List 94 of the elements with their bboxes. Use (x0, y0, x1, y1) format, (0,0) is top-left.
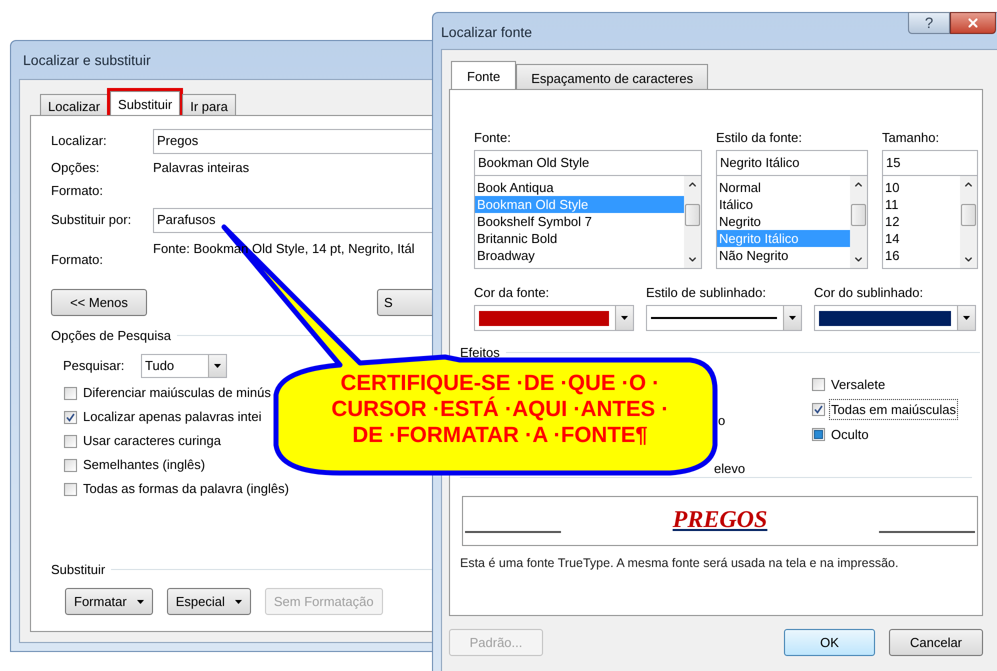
scrollbar[interactable] (850, 176, 867, 268)
checkbox-label: Usar caracteres curinga (83, 432, 221, 450)
dropdown[interactable] (474, 305, 634, 331)
callout-text: CURSOR ·ESTÁ ·AQUI ·ANTES · (331, 396, 669, 422)
format-label: Formato: (51, 250, 104, 268)
dropdown-arrow-button[interactable] (783, 306, 801, 330)
scroll-thumb[interactable] (961, 204, 976, 226)
checkbox[interactable] (64, 434, 77, 448)
dropdown-label: Cor do sublinhado: (814, 284, 924, 302)
list-item[interactable]: 12 (883, 213, 960, 230)
dialog-button[interactable]: Especial (166, 588, 251, 615)
checkbox-label: Localizar apenas palavras intei (83, 408, 262, 426)
close-button[interactable] (950, 12, 996, 34)
checkbox-label: Todas as formas da palavra (inglês) (83, 480, 289, 498)
list-item[interactable]: Britannic Bold (475, 230, 684, 247)
format-label: Formato: (51, 182, 104, 200)
list-box[interactable]: Book Antiqua Bookman Old Style Bookshelf Symbol 7 Britannic Bold Broadway (474, 176, 702, 269)
dropdown-arrow-button[interactable] (615, 306, 633, 330)
search-label: Pesquisar: (63, 356, 126, 375)
checkbox-label: Todas em maiúsculas (830, 400, 957, 420)
list-label: Fonte: (474, 129, 512, 147)
dialog-button[interactable]: OK (784, 629, 875, 656)
check-icon (814, 405, 823, 414)
window-title: Localizar fonte (441, 23, 532, 42)
tab[interactable]: Ir para (182, 94, 236, 115)
list-item[interactable]: Normal (717, 179, 850, 196)
list-item[interactable]: Negrito (717, 213, 850, 230)
help-button[interactable]: ? (908, 12, 950, 34)
checkbox[interactable] (812, 403, 825, 416)
checkbox[interactable] (64, 386, 77, 400)
caret-icon (621, 316, 628, 320)
check-icon (66, 412, 75, 422)
list-box[interactable]: 10 11 12 14 16 (882, 176, 978, 269)
list-item[interactable]: Itálico (717, 196, 850, 213)
dropdown-label: Cor da fonte: (474, 284, 550, 302)
tab[interactable]: Localizar (40, 94, 108, 115)
caret-icon (214, 364, 221, 368)
preview-text: PREGOS (672, 506, 768, 532)
dropdown-arrow-button[interactable] (957, 306, 975, 330)
scrollbar[interactable] (960, 176, 977, 268)
dropdown-label: Estilo de sublinhado: (646, 284, 767, 302)
options-value: Palavras inteiras (153, 159, 250, 177)
caret-icon (789, 316, 796, 320)
checkbox-label: Semelhantes (inglês) (83, 456, 206, 474)
window-title: Localizar e substituir (22, 50, 152, 70)
list-box[interactable]: Normal Itálico Negrito Negrito Itálico Não Negrito (716, 176, 868, 269)
tab[interactable]: Espaçamento de caracteres (516, 64, 708, 89)
list-item[interactable]: Broadway (475, 247, 684, 264)
tab[interactable]: Substituir (110, 91, 180, 115)
scroll-thumb[interactable] (851, 204, 866, 226)
list-label: Tamanho: (882, 129, 940, 147)
effect-label-fragment: elevo (714, 460, 746, 478)
list-item[interactable]: Book Antiqua (475, 179, 684, 196)
list-item[interactable]: 11 (883, 196, 960, 213)
section-title: Substituir (51, 560, 106, 578)
dropdown[interactable] (814, 305, 976, 331)
section-title: Opções de Pesquisa (51, 327, 171, 345)
list-item[interactable]: Não Negrito (717, 247, 850, 264)
close-icon (966, 16, 980, 30)
list-input-field[interactable]: Negrito Itálico (716, 150, 868, 176)
caret-icon (136, 600, 144, 604)
section-title: Efeitos (460, 344, 500, 362)
list-item[interactable]: 10 (883, 179, 960, 196)
checkbox-label: Diferenciar maiúsculas de minús (83, 384, 271, 402)
dropdown-arrow-button[interactable] (208, 354, 226, 376)
list-input-field[interactable]: 15 (882, 150, 978, 176)
list-label: Estilo da fonte: (716, 129, 803, 147)
scroll-thumb[interactable] (685, 204, 700, 226)
checkbox[interactable] (812, 378, 825, 391)
checkbox-label: Versalete (830, 376, 886, 394)
search-select[interactable]: Tudo (141, 354, 227, 378)
find-label: Localizar: (51, 132, 108, 150)
list-item[interactable]: 16 (883, 247, 960, 264)
caret-icon (234, 600, 242, 604)
list-input-field[interactable]: Bookman Old Style (474, 150, 702, 176)
caret-icon (963, 316, 970, 320)
dropdown[interactable] (646, 305, 802, 331)
scrollbar[interactable] (684, 176, 701, 268)
callout-text: CERTIFIQUE-SE ·DE ·QUE ·O · (340, 370, 660, 396)
tab[interactable]: Fonte (451, 61, 516, 89)
options-label: Opções: (51, 159, 100, 177)
checkbox-label: Oculto (830, 426, 870, 444)
dialog-button[interactable]: << Menos (51, 289, 147, 316)
checkbox[interactable] (64, 458, 77, 472)
effect-label-fragment: o (718, 412, 726, 430)
checkbox[interactable] (64, 482, 77, 496)
checkbox[interactable] (64, 410, 77, 424)
dialog-button[interactable]: Cancelar (889, 629, 983, 656)
dialog-button[interactable]: Formatar (65, 588, 153, 615)
list-item[interactable]: Bookshelf Symbol 7 (475, 213, 684, 230)
replace-label: Substituir por: (51, 211, 132, 230)
truetype-note: Esta é uma fonte TrueType. A mesma fonte será usada na tela e na impressão. (460, 554, 900, 572)
callout-text: DE ·FORMATAR ·A ·FONTE¶ (352, 422, 648, 448)
list-item[interactable]: 14 (883, 230, 960, 247)
